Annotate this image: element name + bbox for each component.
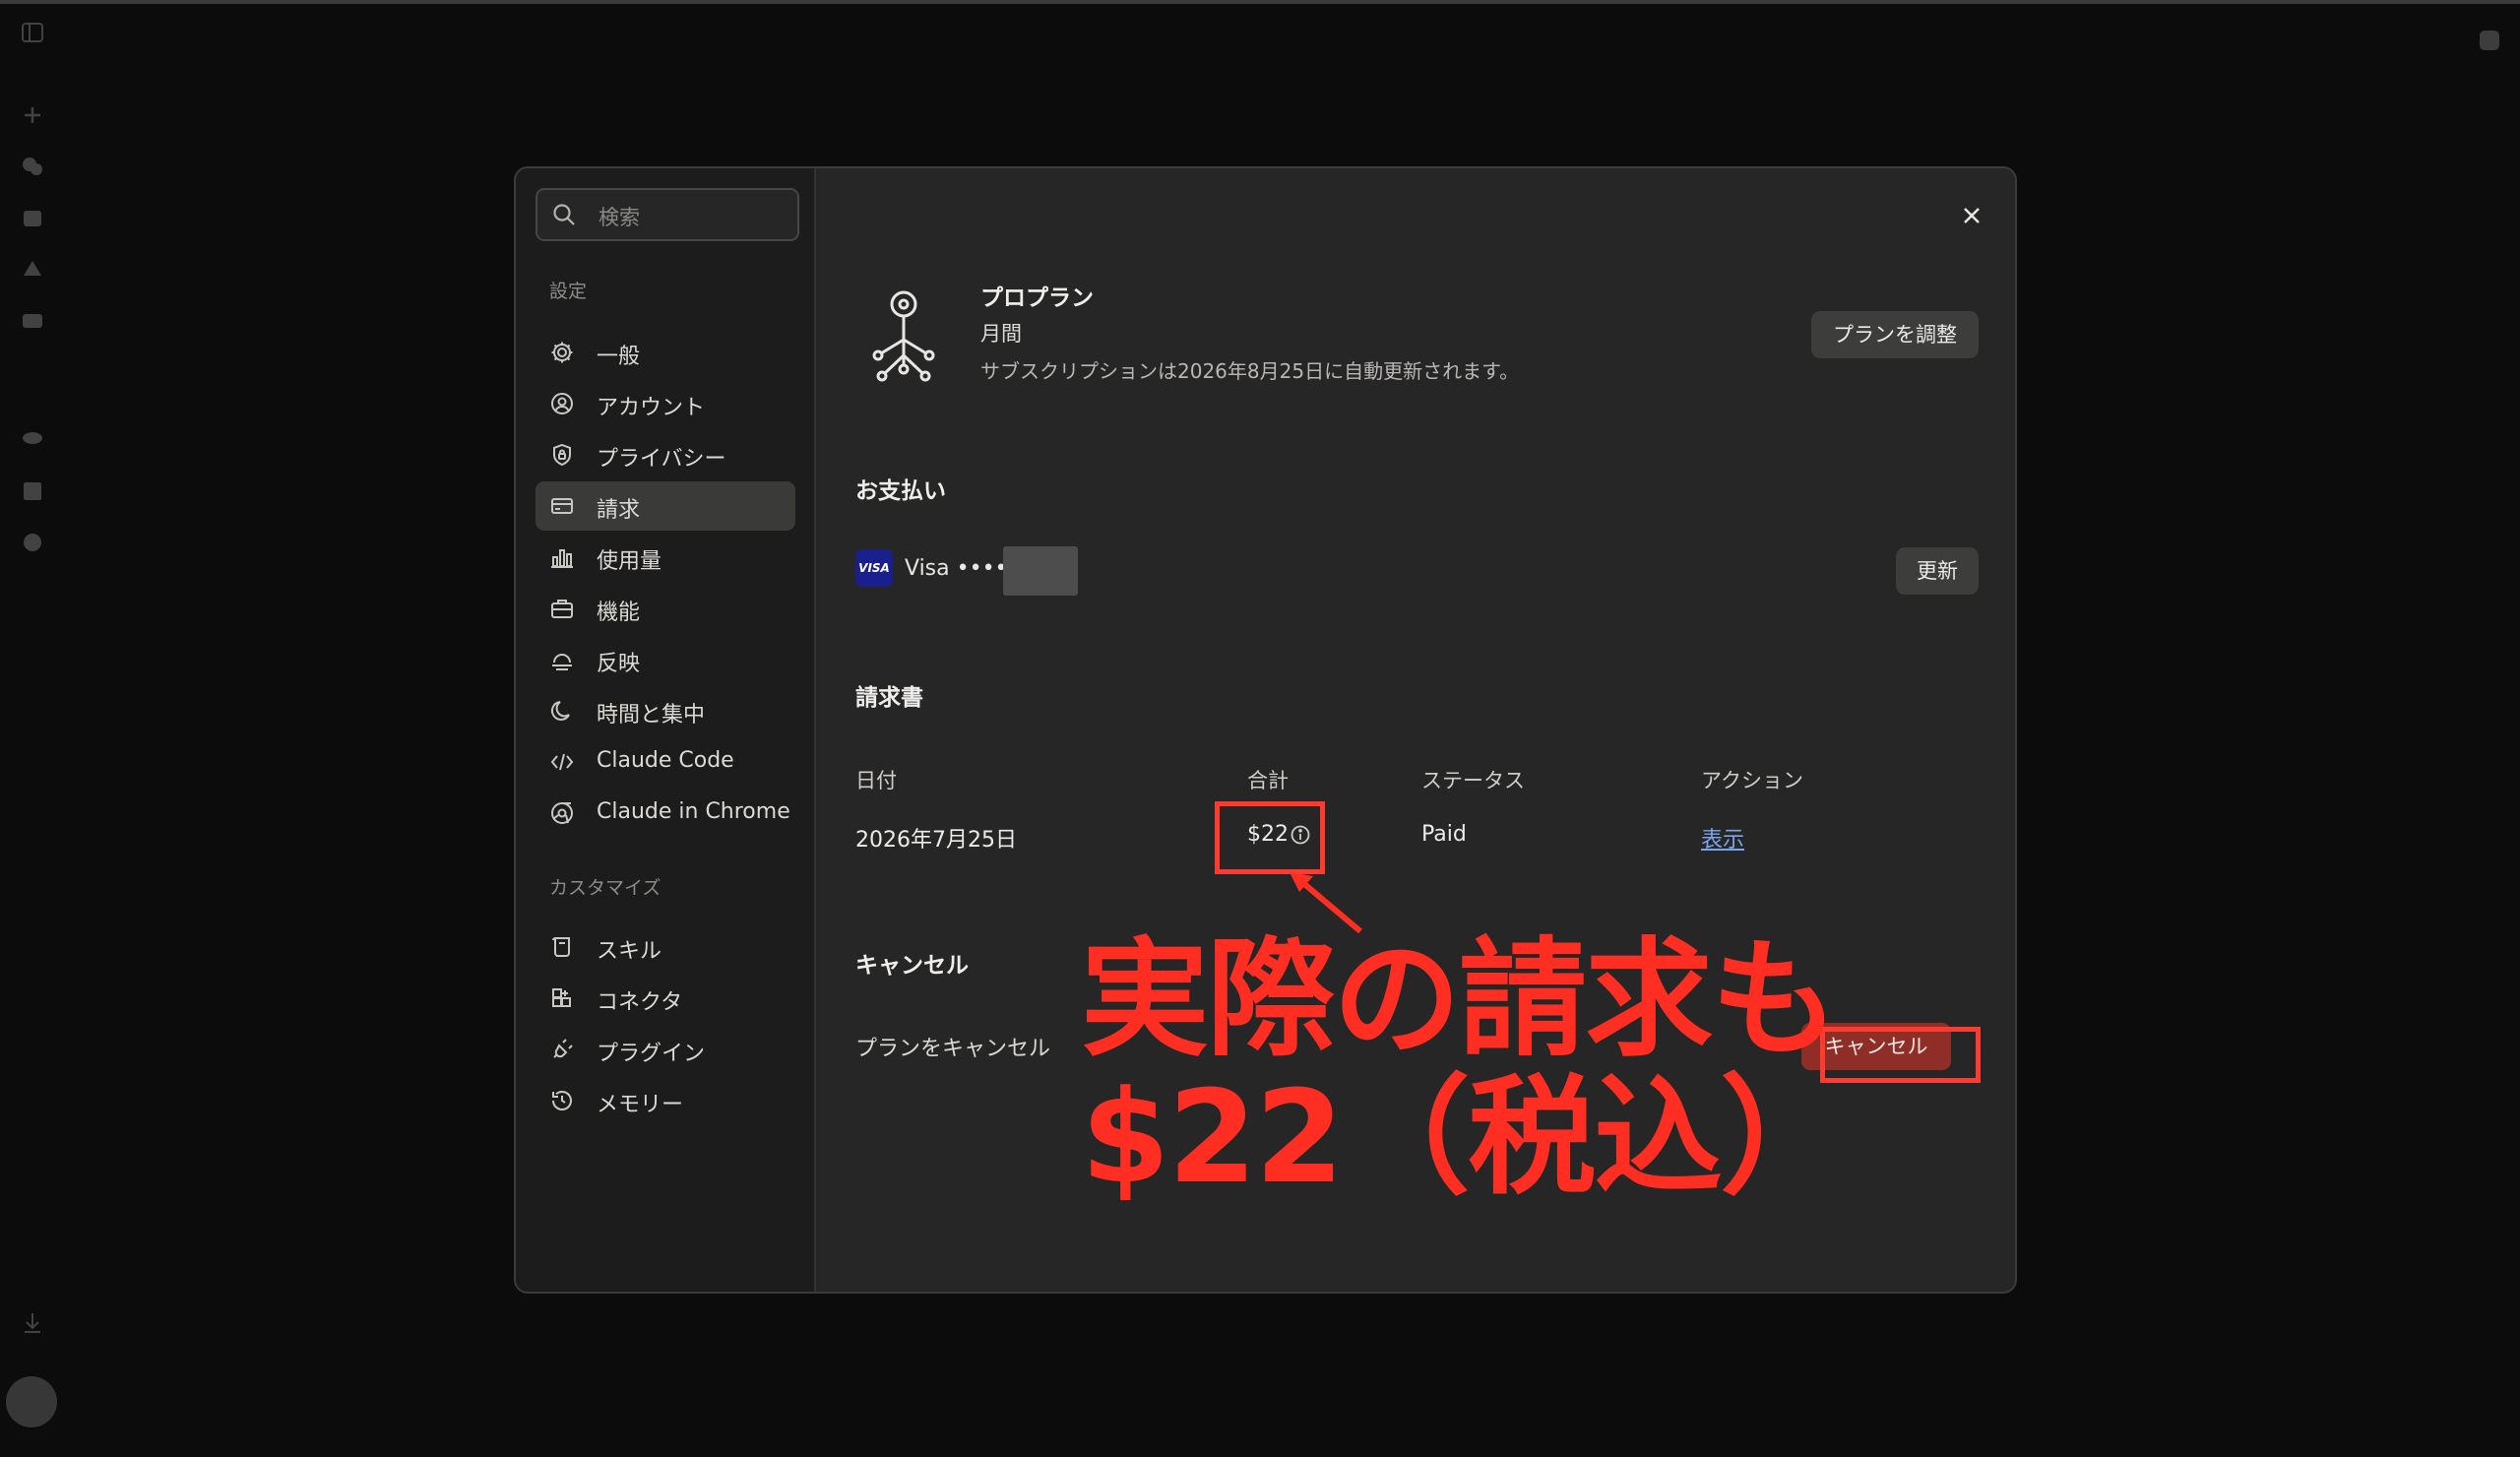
search-input[interactable]: 検索 xyxy=(536,188,799,241)
close-icon[interactable] xyxy=(1956,200,1987,231)
card-number: Visa •••• xyxy=(905,556,1008,581)
settings-sidebar: 検索 設定 一般 アカウント プライバシー 請求 使用量 機能 反映 時間と集中… xyxy=(516,168,816,1292)
invoice-status: Paid xyxy=(1421,822,1467,847)
user-avatar[interactable] xyxy=(6,1376,57,1427)
download-icon[interactable] xyxy=(20,1309,45,1335)
sidebar-toggle-icon[interactable] xyxy=(20,20,45,45)
visa-card-icon: VISA xyxy=(855,549,893,587)
credit-card-icon xyxy=(549,493,575,519)
plan-renewal-text: サブスクリプションは2026年8月25日に自動更新されます。 xyxy=(980,359,1520,383)
gear-icon xyxy=(549,340,575,365)
projects-icon[interactable] xyxy=(20,205,45,230)
invoice-header-status: ステータス xyxy=(1421,769,1525,792)
search-placeholder: 検索 xyxy=(598,206,640,229)
sidebar-item-memory[interactable]: メモリー xyxy=(536,1076,795,1125)
sidebar-item-claude-in-chrome[interactable]: Claude in Chrome xyxy=(536,789,795,838)
bar-chart-icon xyxy=(549,544,575,570)
chats-icon[interactable] xyxy=(20,154,45,179)
sidebar-item-skills[interactable]: スキル xyxy=(536,922,795,972)
sidebar-item-features[interactable]: 機能 xyxy=(536,584,795,633)
sidebar-item-billing[interactable]: 請求 xyxy=(536,481,795,531)
card-number-redaction xyxy=(1003,546,1078,596)
plan-name: プロプラン xyxy=(980,285,1094,311)
section-settings-label: 設定 xyxy=(549,281,588,302)
user-circle-icon xyxy=(549,391,575,416)
invoice-header-action: アクション xyxy=(1701,769,1803,792)
invoices-title: 請求書 xyxy=(855,685,923,711)
app-rail xyxy=(0,0,65,1457)
invoice-view-link[interactable]: 表示 xyxy=(1701,822,1744,854)
annotation-text: 実際の請求も $22（税込） xyxy=(1081,924,1848,1212)
plug-icon xyxy=(549,1037,575,1062)
search-icon xyxy=(551,202,577,227)
cancel-title: キャンセル xyxy=(855,953,969,979)
dome-icon xyxy=(549,647,575,672)
total-highlight-box xyxy=(1215,801,1325,874)
sidebar-item-general[interactable]: 一般 xyxy=(536,328,795,377)
history-icon xyxy=(549,1088,575,1113)
adjust-plan-button[interactable]: プランを調整 xyxy=(1811,311,1979,358)
section-customize-label: カスタマイズ xyxy=(549,877,662,899)
shield-icon xyxy=(549,442,575,468)
connector-icon xyxy=(549,985,575,1011)
artifacts-icon[interactable] xyxy=(20,256,45,282)
payment-title: お支払い xyxy=(855,478,946,504)
sidebar-item-privacy[interactable]: プライバシー xyxy=(536,430,795,479)
scroll-icon xyxy=(549,934,575,960)
new-chat-icon[interactable] xyxy=(20,102,45,128)
plan-cycle: 月間 xyxy=(980,322,1022,346)
briefcase-icon xyxy=(549,596,575,621)
sidebar-item-account[interactable]: アカウント xyxy=(536,379,795,428)
sidebar-item-connectors[interactable]: コネクタ xyxy=(536,974,795,1023)
plugin-rail-icon[interactable] xyxy=(20,530,45,555)
code-icon xyxy=(549,749,575,775)
sidebar-item-plugins[interactable]: プラグイン xyxy=(536,1025,795,1074)
top-right-icon[interactable] xyxy=(2477,28,2502,53)
list-rail-icon[interactable] xyxy=(20,478,45,504)
sidebar-item-claude-code[interactable]: Claude Code xyxy=(536,737,795,787)
invoice-header-total: 合計 xyxy=(1247,769,1289,792)
plan-logo-icon xyxy=(861,286,946,385)
sidebar-item-time-focus[interactable]: 時間と集中 xyxy=(536,686,795,735)
window-top-border xyxy=(0,0,2520,4)
sidebar-item-usage[interactable]: 使用量 xyxy=(536,533,795,582)
annotation-line-1: 実際の請求も xyxy=(1081,924,1839,1074)
cancel-plan-label: プランをキャンセル xyxy=(855,1037,1051,1061)
annotation-line-2: $22（税込） xyxy=(1081,1062,1848,1212)
update-payment-button[interactable]: 更新 xyxy=(1896,547,1979,595)
invoice-header-date: 日付 xyxy=(855,769,897,792)
code-rail-icon[interactable] xyxy=(20,425,45,451)
folder-icon[interactable] xyxy=(20,307,45,333)
invoice-date: 2026年7月25日 xyxy=(855,828,1017,853)
sidebar-item-reflection[interactable]: 反映 xyxy=(536,635,795,684)
globe-icon xyxy=(549,800,575,826)
moon-icon xyxy=(549,698,575,724)
